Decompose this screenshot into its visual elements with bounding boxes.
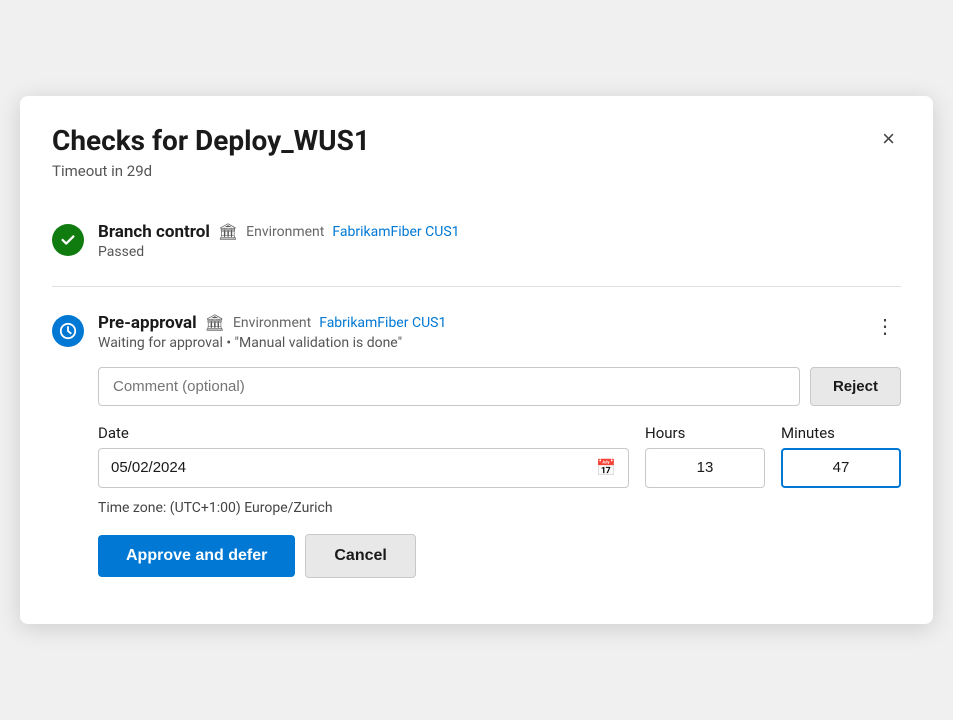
pre-approval-detail: "Manual validation is done"	[235, 335, 403, 351]
clock-icon	[59, 322, 77, 340]
reject-button[interactable]: Reject	[810, 367, 901, 406]
minutes-input[interactable]	[781, 448, 901, 488]
date-input-wrapper: 📅	[98, 448, 629, 488]
pre-approval-env-label: Environment	[233, 315, 311, 331]
pre-approval-name: Pre-approval	[98, 313, 197, 333]
minutes-label: Minutes	[781, 424, 901, 442]
pre-approval-status: Waiting for approval • "Manual validatio…	[98, 335, 869, 351]
pre-approval-info: Pre-approval 🏛 Environment FabrikamFiber…	[98, 313, 869, 351]
approve-defer-button[interactable]: Approve and defer	[98, 535, 295, 577]
branch-control-section: Branch control 🏛 Environment FabrikamFib…	[52, 204, 901, 278]
comment-reject-row: Reject	[98, 367, 901, 406]
branch-control-title-line: Branch control 🏛 Environment FabrikamFib…	[98, 222, 901, 242]
branch-control-env-link[interactable]: FabrikamFiber CUS1	[332, 224, 459, 240]
pre-approval-separator: •	[226, 335, 234, 351]
branch-control-info: Branch control 🏛 Environment FabrikamFib…	[98, 222, 901, 260]
date-time-row: Date 📅 Hours Minutes	[98, 424, 901, 488]
hours-field-group: Hours	[645, 424, 765, 488]
modal-subtitle: Timeout in 29d	[52, 162, 370, 180]
pre-approval-waiting-text: Waiting for approval	[98, 335, 223, 351]
date-label: Date	[98, 424, 629, 442]
section-divider	[52, 286, 901, 287]
pre-approval-title-line: Pre-approval 🏛 Environment FabrikamFiber…	[98, 313, 869, 333]
calendar-icon[interactable]: 📅	[596, 458, 616, 477]
more-options-button[interactable]: ⋮	[869, 313, 901, 341]
pre-approval-header: Pre-approval 🏛 Environment FabrikamFiber…	[52, 313, 901, 351]
branch-control-status: Passed	[98, 244, 901, 260]
hours-input[interactable]	[645, 448, 765, 488]
modal-title-block: Checks for Deploy_WUS1 Timeout in 29d	[52, 124, 370, 180]
timezone-text: Time zone: (UTC+1:00) Europe/Zurich	[98, 500, 901, 516]
comment-input[interactable]	[98, 367, 800, 406]
branch-control-env-label: Environment	[246, 224, 324, 240]
minutes-field-group: Minutes	[781, 424, 901, 488]
modal-title: Checks for Deploy_WUS1	[52, 124, 370, 158]
close-button[interactable]: ×	[876, 124, 901, 154]
environment-icon: 🏛	[218, 222, 238, 241]
branch-control-name: Branch control	[98, 222, 210, 242]
hours-label: Hours	[645, 424, 765, 442]
cancel-button[interactable]: Cancel	[305, 534, 415, 578]
modal-header: Checks for Deploy_WUS1 Timeout in 29d ×	[52, 124, 901, 180]
branch-control-row: Branch control 🏛 Environment FabrikamFib…	[52, 222, 901, 260]
pre-approval-section: Pre-approval 🏛 Environment FabrikamFiber…	[52, 295, 901, 596]
date-field-group: Date 📅	[98, 424, 629, 488]
approval-form: Reject Date 📅 Hours Minutes	[98, 367, 901, 578]
pre-approval-env-link[interactable]: FabrikamFiber CUS1	[319, 315, 446, 331]
pre-approval-status-icon	[52, 315, 84, 347]
date-input[interactable]	[111, 459, 596, 476]
pre-approval-env-icon: 🏛	[205, 313, 225, 332]
branch-control-status-icon	[52, 224, 84, 256]
checkmark-icon	[59, 231, 77, 249]
action-row: Approve and defer Cancel	[98, 534, 901, 578]
pre-approval-row: Pre-approval 🏛 Environment FabrikamFiber…	[52, 313, 869, 351]
checks-modal: Checks for Deploy_WUS1 Timeout in 29d × …	[20, 96, 933, 624]
